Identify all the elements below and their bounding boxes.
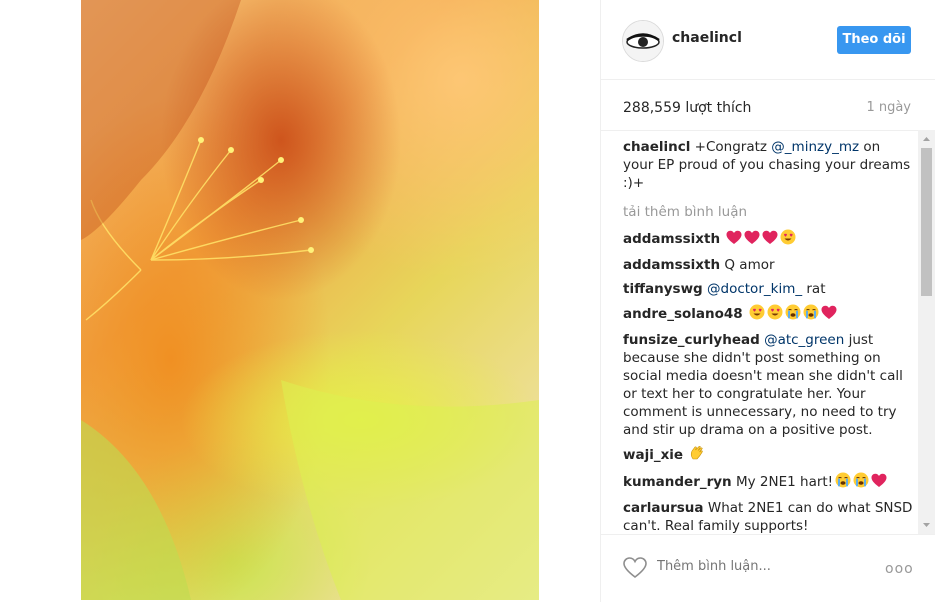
comments-list: chaelincl +Congratz @_minzy_mz on your E… <box>623 138 913 534</box>
caption-username[interactable]: chaelincl <box>623 139 690 155</box>
crying-face-icon <box>853 472 869 493</box>
caption-text-pre: +Congratz <box>694 139 772 155</box>
comment-item: addamssixth <box>623 229 913 250</box>
comment-item: kumander_ryn My 2NE1 hart! <box>623 472 913 493</box>
post-image-area <box>0 0 600 602</box>
post-header: chaelincl Theo dõi <box>601 0 935 80</box>
red-heart-icon <box>821 305 837 325</box>
crying-face-icon <box>803 304 819 325</box>
like-heart-icon[interactable] <box>623 557 647 579</box>
comment-mention[interactable]: @atc_green <box>764 332 844 348</box>
red-heart-icon <box>871 473 887 493</box>
caption: chaelincl +Congratz @_minzy_mz on your E… <box>623 138 913 192</box>
comment-username[interactable]: tiffanyswg <box>623 281 703 297</box>
post-username[interactable]: chaelincl <box>672 30 742 46</box>
comment-username[interactable]: andre_solano48 <box>623 306 743 322</box>
more-options-icon[interactable]: ooo <box>885 561 914 577</box>
comment-username[interactable]: kumander_ryn <box>623 474 732 490</box>
heart-eyes-icon <box>749 304 765 325</box>
red-heart-icon <box>762 230 778 250</box>
load-more-comments[interactable]: tải thêm bình luận <box>623 203 913 221</box>
avatar-image <box>623 21 663 61</box>
comment-item: carlaursua What 2NE1 can do what SNSD ca… <box>623 499 913 534</box>
photo-artwork <box>81 0 539 600</box>
red-heart-icon <box>744 230 760 250</box>
comment-text: Q amor <box>724 257 775 273</box>
comment-username[interactable]: carlaursua <box>623 500 704 516</box>
comment-item: waji_xie <box>623 445 913 466</box>
post-stats: 288,559 lượt thích 1 ngày <box>601 80 935 131</box>
comment-bar: ooo <box>601 534 935 603</box>
clapping-hands-icon <box>689 445 705 466</box>
comment-mention[interactable]: @doctor_kim_ <box>707 281 802 297</box>
comment-item: addamssixth Q amor <box>623 256 913 274</box>
post-time[interactable]: 1 ngày <box>866 100 911 115</box>
comment-username[interactable]: addamssixth <box>623 231 720 247</box>
comment-item: tiffanyswg @doctor_kim_ rat <box>623 280 913 298</box>
comment-text: My 2NE1 hart! <box>735 474 834 490</box>
heart-eyes-icon <box>767 304 783 325</box>
crying-face-icon <box>835 472 851 493</box>
caption-mention[interactable]: @_minzy_mz <box>771 139 859 155</box>
scroll-up-icon[interactable] <box>918 132 935 146</box>
comment-text: rat <box>802 281 826 297</box>
comments-scrollbar[interactable] <box>918 130 935 534</box>
post-side-panel: chaelincl Theo dõi 288,559 lượt thích 1 … <box>601 0 935 602</box>
post-photo[interactable] <box>81 0 539 600</box>
comment-username[interactable]: waji_xie <box>623 447 683 463</box>
comment-username[interactable]: addamssixth <box>623 257 720 273</box>
scroll-down-icon[interactable] <box>918 518 935 532</box>
add-comment-input[interactable] <box>657 559 877 574</box>
crying-face-icon <box>785 304 801 325</box>
comment-username[interactable]: funsize_curlyhead <box>623 332 760 348</box>
comment-item: andre_solano48 <box>623 304 913 325</box>
avatar[interactable] <box>622 20 664 62</box>
heart-eyes-icon <box>780 229 796 250</box>
comment-item: funsize_curlyhead @atc_green just becaus… <box>623 331 913 439</box>
red-heart-icon <box>726 230 742 250</box>
likes-count[interactable]: 288,559 lượt thích <box>623 100 751 116</box>
scroll-thumb[interactable] <box>921 148 932 296</box>
follow-button[interactable]: Theo dõi <box>837 26 911 54</box>
